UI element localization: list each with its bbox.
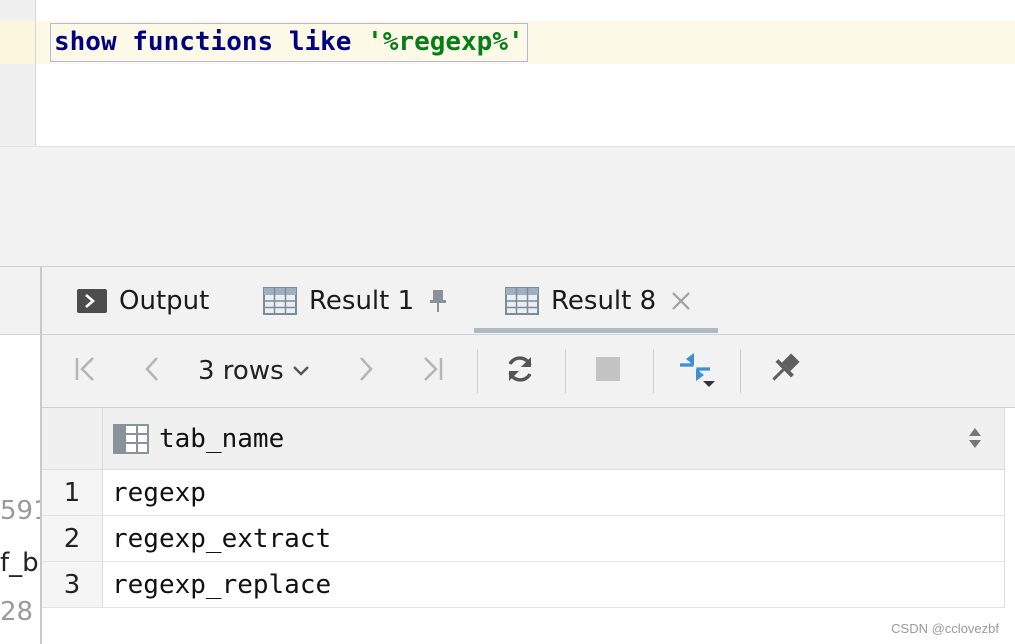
table-row[interactable]: 2 regexp_extract — [42, 516, 1004, 562]
tab-result-1-label: Result 1 — [309, 285, 415, 316]
refresh-button[interactable] — [500, 335, 540, 407]
keyword-show: show — [54, 27, 117, 57]
tab-output-label: Output — [119, 285, 210, 316]
prev-page-icon — [142, 355, 162, 387]
first-page-icon — [73, 355, 99, 387]
row-number: 2 — [42, 516, 103, 561]
row-number-header — [42, 408, 103, 469]
string-pattern: '%regexp%' — [367, 27, 524, 57]
pin-icon — [765, 350, 803, 392]
stop-button[interactable] — [588, 335, 628, 407]
active-tab-indicator — [474, 328, 718, 333]
last-page-icon — [419, 355, 445, 387]
gutter-current-line — [0, 21, 35, 64]
last-page-button[interactable] — [414, 335, 450, 407]
toolbar-separator — [653, 349, 654, 393]
keyword-functions: functions — [132, 27, 274, 57]
sql-statement[interactable]: show functions like '%regexp%' — [50, 23, 528, 62]
table-icon — [263, 286, 297, 315]
toolbar-separator — [477, 349, 478, 393]
toolbar-separator — [740, 349, 741, 393]
keyword-like: like — [288, 27, 352, 57]
services-header-strip — [0, 199, 1015, 267]
column-header-label: tab_name — [159, 423, 285, 454]
cell-tab-name[interactable]: regexp_extract — [112, 516, 331, 561]
cell-tab-name[interactable]: regexp — [112, 470, 206, 515]
column-icon — [113, 423, 149, 454]
chevron-down-icon — [292, 365, 310, 377]
left-fragment-3: 28 — [0, 597, 34, 627]
results-grid: tab_name 1 regexp 2 regexp_extract 3 reg… — [42, 408, 1015, 644]
pin-icon[interactable] — [428, 288, 448, 314]
pin-tab-button[interactable] — [762, 335, 806, 407]
row-number: 1 — [42, 470, 103, 515]
tab-result-8[interactable]: Result 8 — [505, 267, 692, 334]
row-number: 3 — [42, 562, 103, 607]
compare-icon — [676, 349, 720, 393]
next-page-button[interactable] — [348, 335, 384, 407]
next-page-icon — [356, 355, 376, 387]
tab-output[interactable]: Output — [77, 267, 209, 334]
first-page-button[interactable] — [68, 335, 104, 407]
compare-button[interactable] — [674, 335, 722, 407]
results-panel: Output Result 1 Result 8 3 rows tab_name… — [40, 267, 1015, 644]
rows-selector[interactable]: 3 rows — [198, 335, 320, 407]
table-icon — [505, 286, 539, 315]
prev-page-button[interactable] — [134, 335, 170, 407]
results-toolbar: 3 rows — [42, 335, 1015, 408]
toolbar-separator — [565, 349, 566, 393]
results-tab-bar: Output Result 1 Result 8 — [42, 267, 1015, 335]
column-header-tab-name[interactable]: tab_name — [103, 408, 1004, 469]
left-panel-header — [0, 267, 40, 335]
console-icon — [77, 288, 107, 313]
grid-right-border — [1004, 408, 1005, 608]
tab-result-8-label: Result 8 — [551, 285, 657, 316]
watermark: CSDN @cclovezbf — [891, 621, 999, 636]
editor-divider — [0, 146, 1015, 200]
refresh-icon — [503, 352, 537, 390]
sql-editor[interactable]: show functions like '%regexp%' — [0, 0, 1015, 146]
left-side-panel: 591 f_b 28 — [0, 267, 50, 644]
grid-header: tab_name — [42, 408, 1004, 470]
sort-icon[interactable] — [968, 426, 982, 454]
table-row[interactable]: 3 regexp_replace — [42, 562, 1004, 608]
table-row[interactable]: 1 regexp — [42, 470, 1004, 516]
left-fragment-2: f_b — [0, 548, 39, 578]
tab-result-1[interactable]: Result 1 — [263, 267, 448, 334]
close-icon[interactable] — [670, 290, 692, 312]
rows-count-label: 3 rows — [198, 356, 284, 386]
cell-tab-name[interactable]: regexp_replace — [112, 562, 331, 607]
stop-icon — [594, 355, 622, 387]
